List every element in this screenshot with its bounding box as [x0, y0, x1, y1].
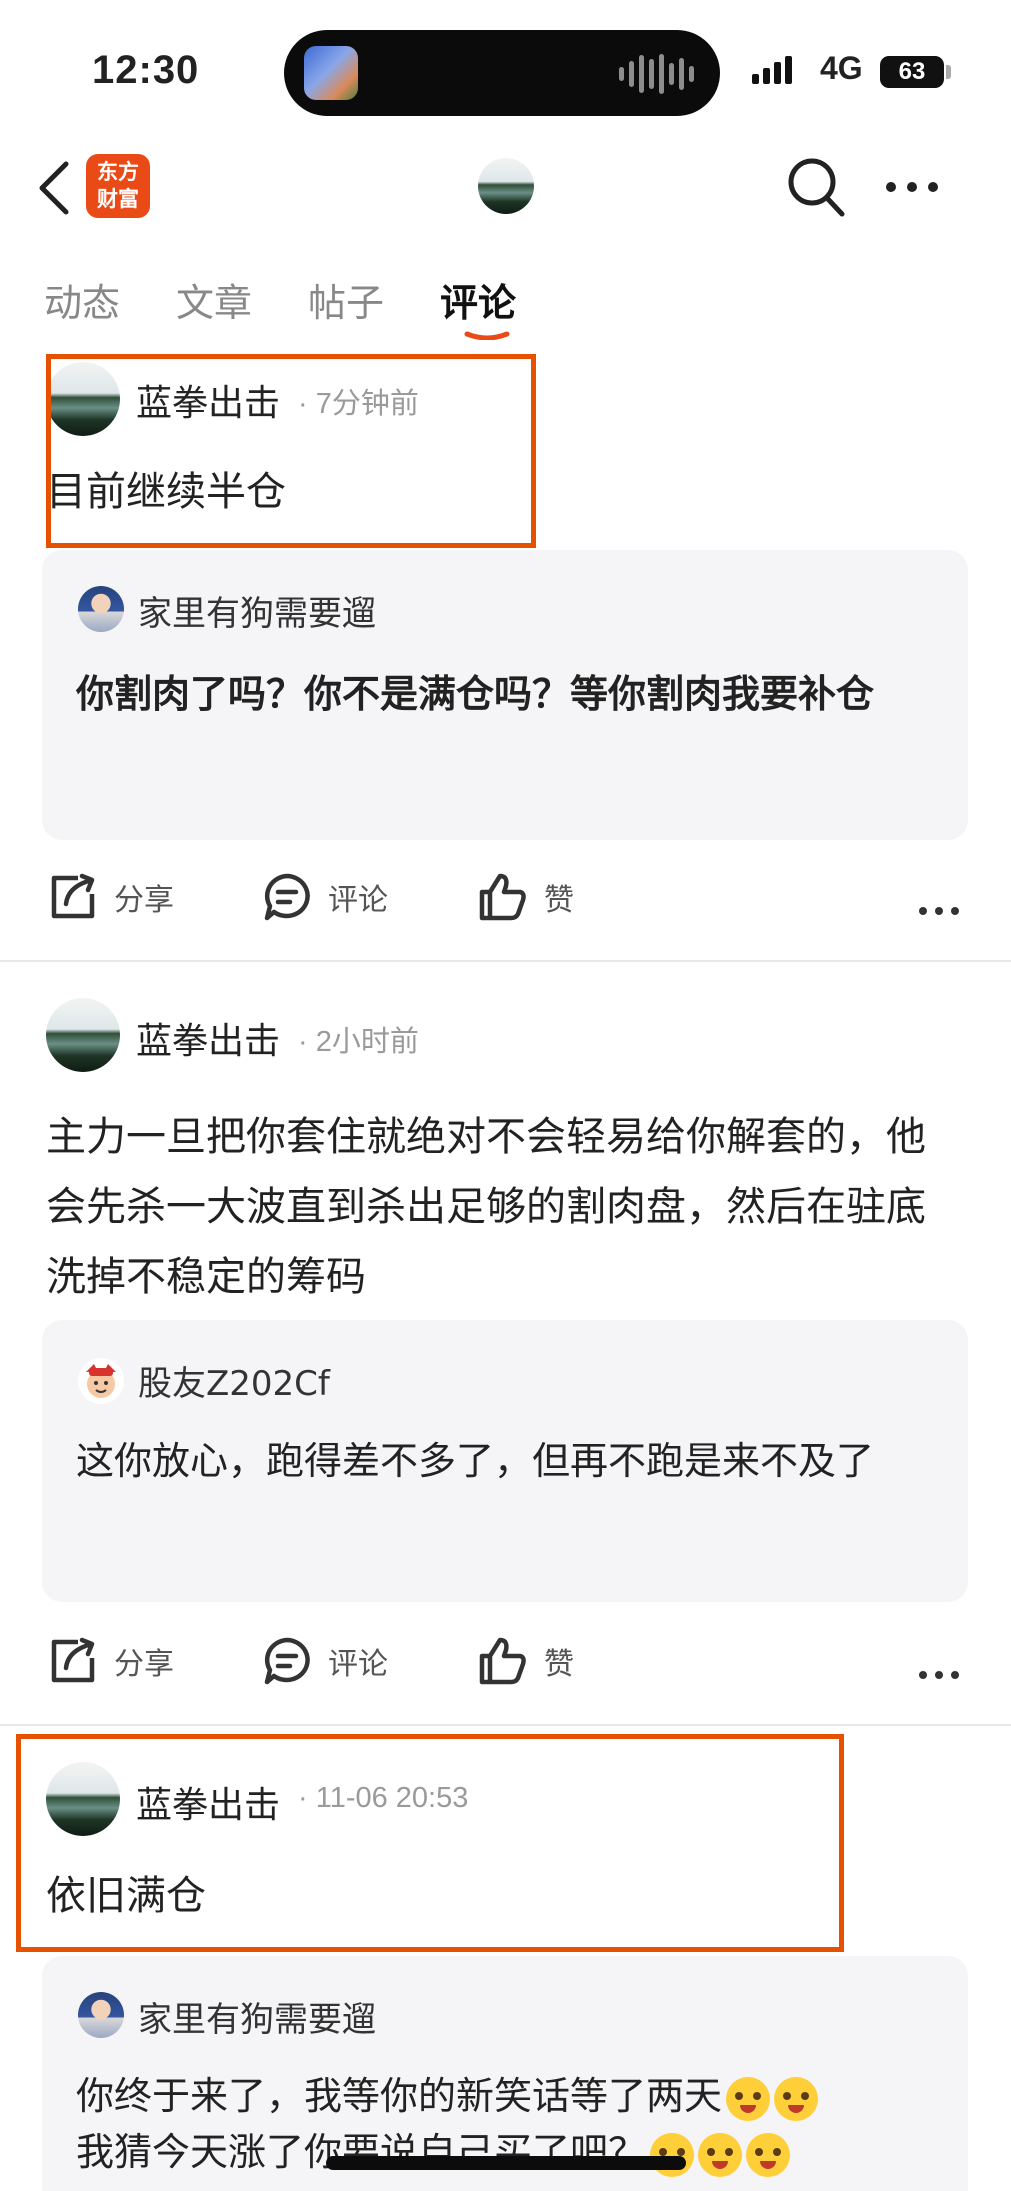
audio-waveform-icon: [619, 54, 694, 94]
logo-text-2: 财富: [97, 187, 139, 211]
dynamic-island: [284, 30, 720, 116]
like-label: 赞: [544, 883, 574, 918]
battery-cap: [946, 65, 951, 79]
like-label: 赞: [544, 1647, 574, 1682]
reply-text-line-1: 你终于来了，我等你的新笑话等了两天: [76, 2066, 966, 2126]
tab-articles[interactable]: 文章: [176, 272, 252, 327]
active-tab-indicator: [464, 331, 510, 340]
reply-author-name[interactable]: 家里有狗需要遛: [138, 1992, 376, 2041]
signal-icon: [752, 56, 792, 84]
divider: [0, 1724, 1011, 1726]
reply-author-avatar: [78, 586, 124, 632]
author-avatar[interactable]: [46, 998, 120, 1072]
search-icon[interactable]: [786, 156, 846, 218]
thumbs-up-icon: [479, 1637, 526, 1685]
more-options-icon[interactable]: [884, 180, 940, 194]
profile-tabs: 动态 文章 帖子 评论: [44, 272, 516, 327]
tab-comments[interactable]: 评论: [440, 272, 516, 327]
logo-text-1: 东方: [97, 160, 139, 184]
author-name[interactable]: 蓝拳出击: [136, 1012, 280, 1064]
ellipsis-icon: [919, 907, 959, 915]
tab-dynamics[interactable]: 动态: [44, 272, 120, 327]
comment-label: 评论: [328, 1647, 388, 1682]
thumbs-up-icon: [479, 873, 526, 921]
post-more-button[interactable]: [918, 880, 960, 926]
reply-author-avatar: [78, 1992, 124, 2038]
battery-level: 63: [880, 56, 944, 88]
eastmoney-logo: 东方 财富: [86, 154, 150, 218]
post-more-button[interactable]: [918, 1644, 960, 1690]
sweat-smile-emoji: [726, 2076, 771, 2121]
back-arrow-icon[interactable]: [36, 160, 72, 216]
reply-author-name[interactable]: 家里有狗需要遛: [138, 586, 376, 635]
comment-action[interactable]: 评论: [262, 872, 388, 922]
comment-label: 评论: [328, 883, 388, 918]
like-action[interactable]: 赞: [478, 872, 574, 922]
reply-text: 你终于来了，我等你的新笑话等了两天: [76, 2074, 723, 2118]
share-action[interactable]: 分享: [48, 872, 174, 922]
now-playing-artwork: [304, 46, 358, 100]
reply-author-avatar: [78, 1358, 124, 1404]
post-time: · 2小时前: [298, 1026, 419, 1058]
highlight-box: [46, 354, 536, 548]
reply-text: 这你放心，跑得差不多了，但再不跑是来不及了: [76, 1439, 875, 1483]
sweat-smile-emoji: [774, 2076, 819, 2121]
like-action[interactable]: 赞: [478, 1636, 574, 1686]
sweat-smile-emoji: [698, 2132, 743, 2177]
comment-action[interactable]: 评论: [262, 1636, 388, 1686]
quoted-reply-card[interactable]: 股友Z202Cf 这你放心，跑得差不多了，但再不跑是来不及了: [42, 1320, 968, 1602]
reply-author-name[interactable]: 股友Z202Cf: [138, 1356, 330, 1405]
status-time: 12:30: [92, 48, 200, 92]
quoted-reply-card[interactable]: 家里有狗需要遛 你割肉了吗？你不是满仓吗？等你割肉我要补仓: [42, 550, 968, 840]
home-indicator[interactable]: [326, 2156, 686, 2170]
post-text: 主力一旦把你套住就绝对不会轻易给你解套的，他会先杀一大波直到杀出足够的割肉盘，然…: [46, 1114, 926, 1300]
share-action[interactable]: 分享: [48, 1636, 174, 1686]
ellipsis-icon: [919, 1671, 959, 1679]
sweat-smile-emoji: [746, 2132, 791, 2177]
mascot-icon: [86, 1364, 116, 1398]
comment-icon: [264, 1637, 310, 1685]
profile-avatar[interactable]: [478, 158, 534, 214]
share-icon: [51, 873, 95, 919]
network-type: 4G: [820, 50, 863, 86]
share-label: 分享: [114, 883, 174, 918]
reply-text-line-2: 我猜今天涨了你要说自己买了吧？: [76, 2122, 966, 2182]
comment-icon: [264, 873, 310, 921]
highlight-box: [16, 1734, 844, 1952]
share-icon: [51, 1637, 95, 1683]
reply-text: 你割肉了吗？你不是满仓吗？等你割肉我要补仓: [76, 672, 875, 716]
share-label: 分享: [114, 1647, 174, 1682]
divider: [0, 960, 1011, 962]
tab-posts[interactable]: 帖子: [308, 272, 384, 327]
